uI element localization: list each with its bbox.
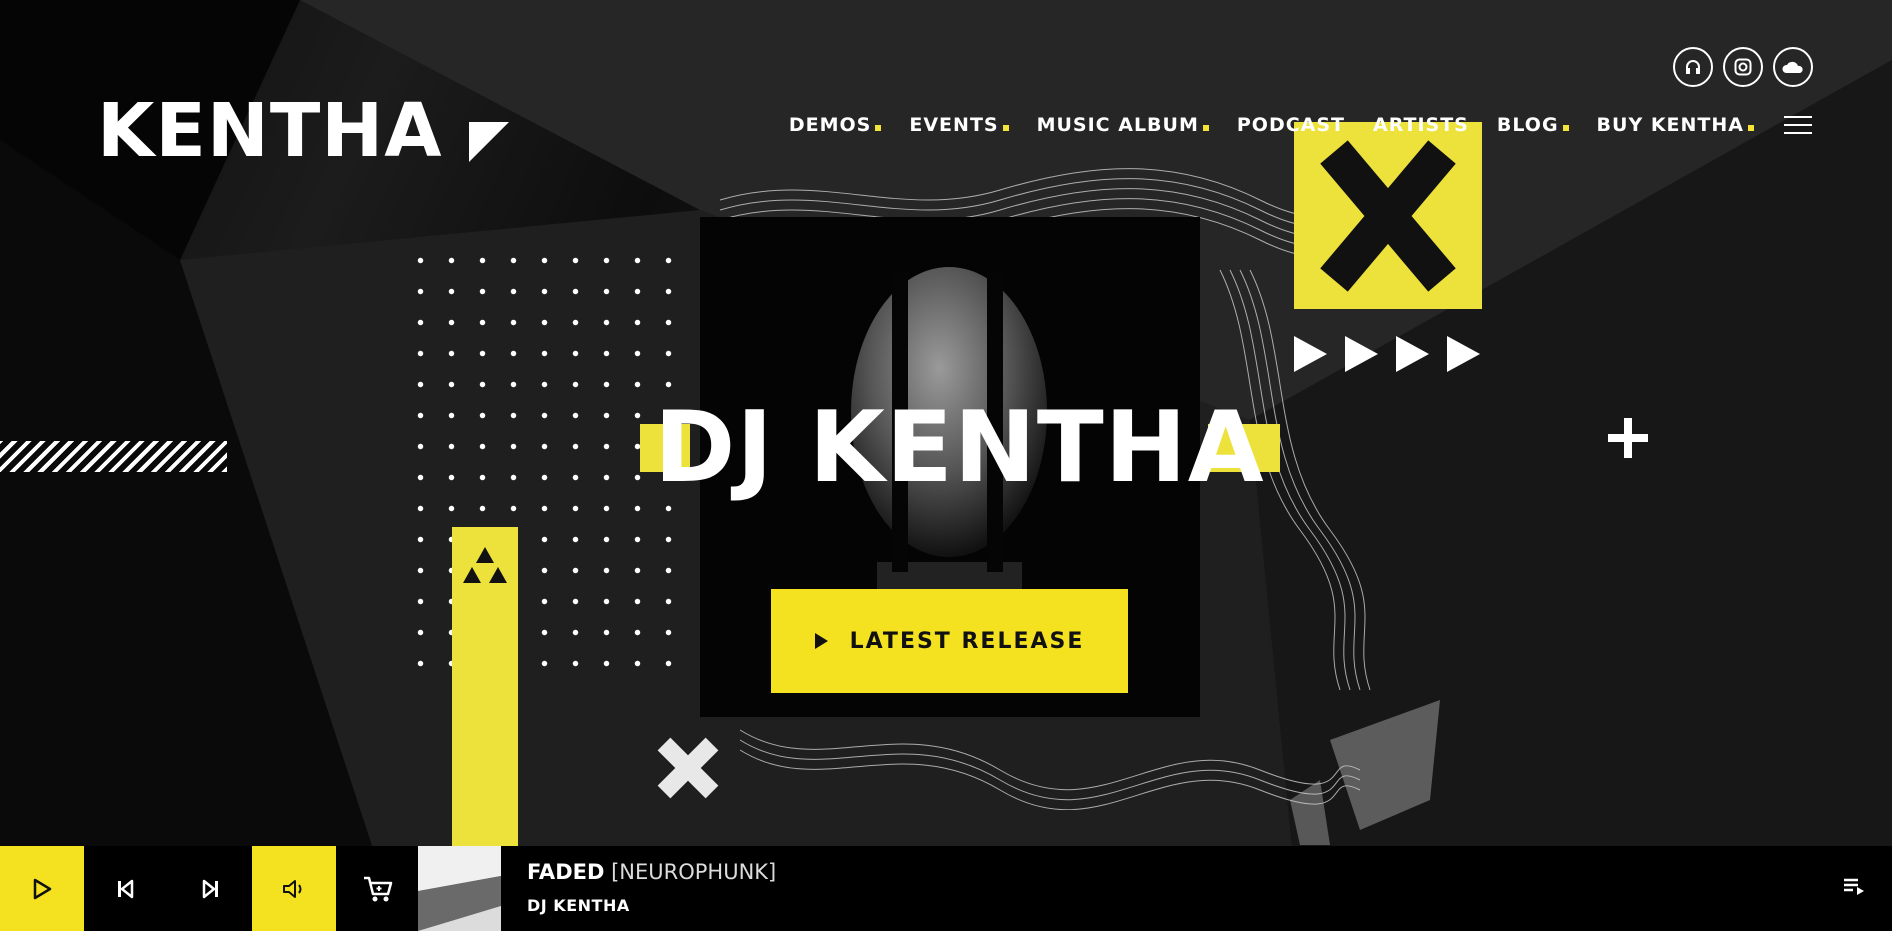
skip-forward-icon: [202, 879, 218, 898]
yellow-bar-decoration: [452, 527, 518, 847]
track-name: FADED: [527, 860, 605, 884]
nav-item-artists[interactable]: ARTISTS: [1373, 114, 1469, 136]
nav-item-buy-kentha[interactable]: BUY KENTHA: [1597, 114, 1754, 136]
white-x-icon: [657, 737, 719, 799]
cart-icon: [364, 876, 393, 901]
x-icon: [1320, 140, 1456, 292]
arrow-right-icon: [1396, 336, 1429, 372]
buy-cart-button[interactable]: [336, 846, 420, 931]
hero-title-block: DJ KENTHA: [640, 396, 1280, 501]
previous-button[interactable]: [84, 846, 168, 931]
playlist-icon: [1844, 878, 1864, 895]
menu-icon[interactable]: [1784, 116, 1812, 134]
nav-item-blog[interactable]: BLOG: [1497, 114, 1569, 136]
nav-item-music-album[interactable]: MUSIC ALBUM: [1037, 114, 1209, 136]
site-logo[interactable]: KENTHA: [97, 88, 509, 174]
next-button[interactable]: [168, 846, 252, 931]
play-icon: [33, 878, 52, 899]
track-artist: DJ KENTHA: [527, 896, 630, 915]
arrow-right-icon: [1294, 336, 1327, 372]
headphones-icon[interactable]: [1673, 47, 1713, 87]
instagram-icon[interactable]: [1723, 47, 1763, 87]
track-title: FADED [NEUROPHUNK]: [527, 860, 776, 884]
social-links: [1673, 47, 1813, 87]
hero-title: DJ KENTHA: [654, 391, 1265, 505]
yellow-x-decoration: [1294, 122, 1482, 309]
play-button[interactable]: [0, 846, 84, 931]
audio-player-bar: FADED [NEUROPHUNK] DJ KENTHA: [0, 846, 1892, 931]
track-thumbnail: [418, 846, 501, 931]
arrow-row-decoration: [1294, 336, 1480, 372]
playlist-button[interactable]: [1842, 874, 1872, 904]
stripe-decoration: [0, 441, 227, 472]
nav-item-podcast[interactable]: PODCAST: [1237, 114, 1345, 136]
triangles-icon: [463, 547, 507, 583]
arrow-right-icon: [1345, 336, 1378, 372]
play-icon: [814, 633, 828, 649]
main-nav: DEMOS EVENTS MUSIC ALBUM PODCAST ARTISTS…: [761, 114, 1812, 136]
soundcloud-icon[interactable]: [1773, 47, 1813, 87]
plus-icon: [1608, 418, 1648, 458]
nav-item-events[interactable]: EVENTS: [909, 114, 1009, 136]
logo-triangle-icon: [468, 122, 509, 162]
volume-icon: [283, 879, 302, 898]
arrow-right-icon: [1447, 336, 1480, 372]
skip-back-icon: [118, 879, 134, 898]
nav-item-demos[interactable]: DEMOS: [789, 114, 882, 136]
track-genre-tag: [NEUROPHUNK]: [611, 860, 777, 884]
track-artwork-image: [418, 846, 501, 931]
latest-release-label: LATEST RELEASE: [849, 628, 1085, 654]
latest-release-button[interactable]: LATEST RELEASE: [771, 589, 1128, 693]
logo-text: KENTHA: [97, 88, 443, 174]
volume-button[interactable]: [252, 846, 336, 931]
